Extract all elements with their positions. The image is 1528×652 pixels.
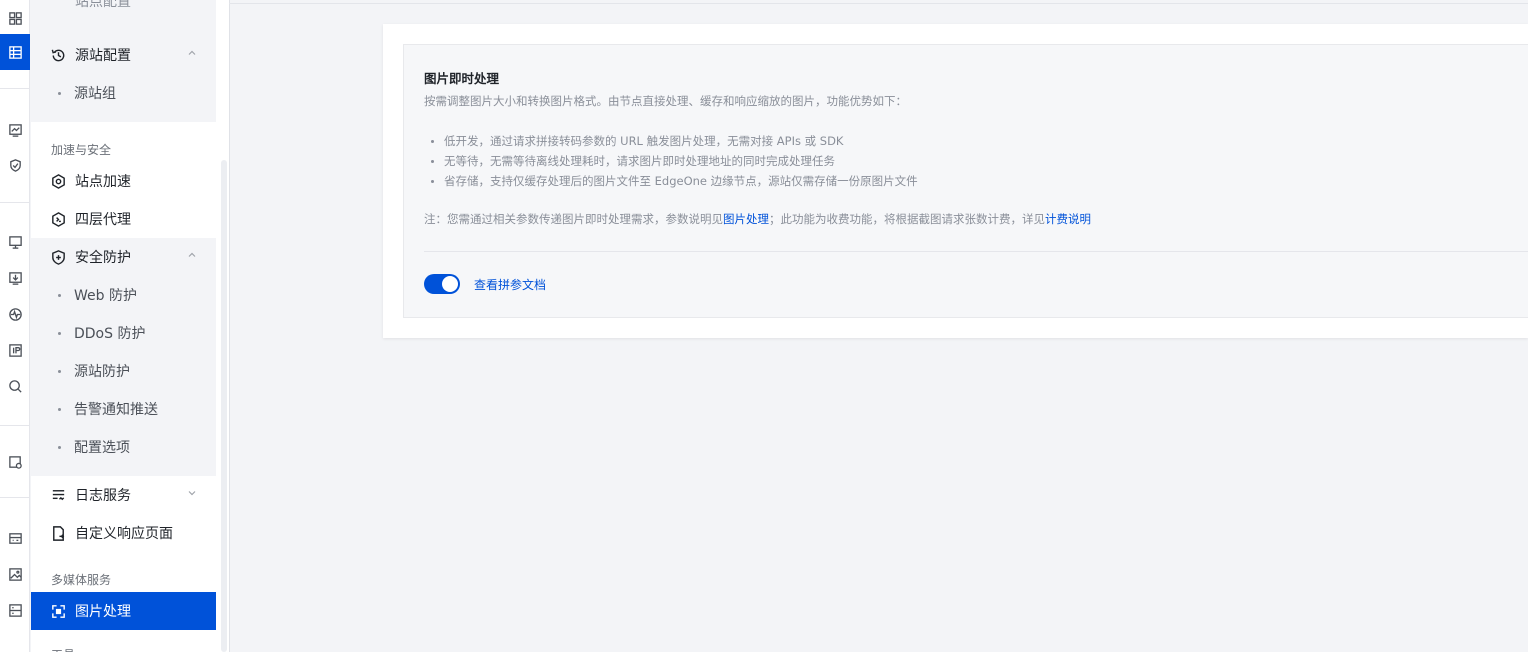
image-processing-panel: 图片即时处理 按需调整图片大小和转换图片格式。由节点直接处理、缓存和响应缩放的图… xyxy=(403,44,1528,318)
feature-item: 无等待，无需等待离线处理耗时，请求图片即时处理地址的同时完成处理任务 xyxy=(428,151,918,171)
sidebar-item-security[interactable]: 安全防护 xyxy=(31,238,216,276)
sidebar-item-ddos-protection[interactable]: DDoS 防护 xyxy=(31,314,216,352)
download-icon[interactable] xyxy=(0,264,30,292)
feature-item: 低开发，通过请求拼接转码参数的 URL 触发图片处理，无需对接 APIs 或 S… xyxy=(428,131,918,151)
dashboard-icon[interactable] xyxy=(0,4,30,32)
search-icon[interactable] xyxy=(0,372,30,400)
note-middle: ；此功能为收费功能，将根据截图请求张数计费，详见 xyxy=(769,212,1045,226)
site-list-icon[interactable] xyxy=(0,34,30,70)
shield-plus-icon xyxy=(52,250,65,265)
sidebar-item-log-service[interactable]: 日志服务 xyxy=(31,476,216,514)
history-icon xyxy=(51,49,65,62)
image-icon[interactable] xyxy=(0,560,30,588)
image-processing-doc-link[interactable]: 图片处理 xyxy=(723,212,769,226)
sidebar-item-config-options[interactable]: 配置选项 xyxy=(31,428,216,466)
sidebar-item-custom-page[interactable]: 自定义响应页面 xyxy=(31,514,216,552)
log-icon xyxy=(52,490,65,501)
sidebar-item-origin-protection[interactable]: 源站防护 xyxy=(31,352,216,390)
sidebar-item-image-processing[interactable]: 图片处理 xyxy=(31,592,216,630)
note-prefix: 注：您需通过相关参数传递图片即时处理需求，参数说明见 xyxy=(424,212,723,226)
sidebar: 站点配置 源站配置 源站组 加速与安全 站点加速 四层代理 安全防护 Web 防… xyxy=(31,0,229,652)
section-label-tools: 工具 xyxy=(51,646,75,652)
page-icon xyxy=(53,526,65,541)
toggle-switch[interactable] xyxy=(424,274,460,294)
divider xyxy=(424,251,1528,252)
server-icon[interactable] xyxy=(0,596,30,624)
sidebar-item-site-accel[interactable]: 站点加速 xyxy=(31,162,216,200)
shield-icon[interactable] xyxy=(0,151,30,179)
panel-description: 按需调整图片大小和转换图片格式。由节点直接处理、缓存和响应缩放的图片，功能优势如… xyxy=(424,94,907,108)
monitor-icon[interactable] xyxy=(0,228,30,256)
pulse-icon[interactable] xyxy=(0,300,30,328)
section-label-accel: 加速与安全 xyxy=(51,143,112,157)
card-icon[interactable] xyxy=(0,524,30,552)
sidebar-item-web-protection[interactable]: Web 防护 xyxy=(31,276,216,314)
icon-rail xyxy=(0,0,30,652)
chevron-down-icon xyxy=(188,491,196,496)
ip-icon[interactable] xyxy=(0,336,30,364)
panel-note: 注：您需通过相关参数传递图片即时处理需求，参数说明见图片处理；此功能为收费功能，… xyxy=(424,211,1091,227)
sidebar-item-origin-group[interactable]: 源站组 xyxy=(31,74,216,112)
sidebar-item-l4-proxy[interactable]: 四层代理 xyxy=(31,200,216,238)
panel-title: 图片即时处理 xyxy=(424,71,500,86)
view-params-doc-link[interactable]: 查看拼参文档 xyxy=(474,276,546,293)
feature-item: 省存储，支持仅缓存处理后的图片文件至 EdgeOne 边缘节点，源站仅需存储一份… xyxy=(428,171,918,191)
header-divider xyxy=(229,3,1528,4)
sidebar-scrollbar[interactable] xyxy=(221,160,227,652)
accelerate-icon xyxy=(52,174,65,189)
section-label-media: 多媒体服务 xyxy=(51,573,112,587)
sidebar-item-alert-push[interactable]: 告警通知推送 xyxy=(31,390,216,428)
settings-box-icon[interactable] xyxy=(0,448,30,476)
chevron-up-icon xyxy=(188,252,196,257)
sidebar-item-origin-config[interactable]: 源站配置 xyxy=(31,36,216,74)
billing-doc-link[interactable]: 计费说明 xyxy=(1045,212,1091,226)
analytics-icon[interactable] xyxy=(0,116,30,144)
chevron-up-icon xyxy=(188,50,196,55)
toggle-knob xyxy=(442,276,458,292)
image-process-icon xyxy=(52,605,65,618)
feature-list: 低开发，通过请求拼接转码参数的 URL 触发图片处理，无需对接 APIs 或 S… xyxy=(428,131,918,191)
proxy-icon xyxy=(52,212,65,227)
sidebar-item-partial-top[interactable]: 站点配置 xyxy=(31,0,216,20)
